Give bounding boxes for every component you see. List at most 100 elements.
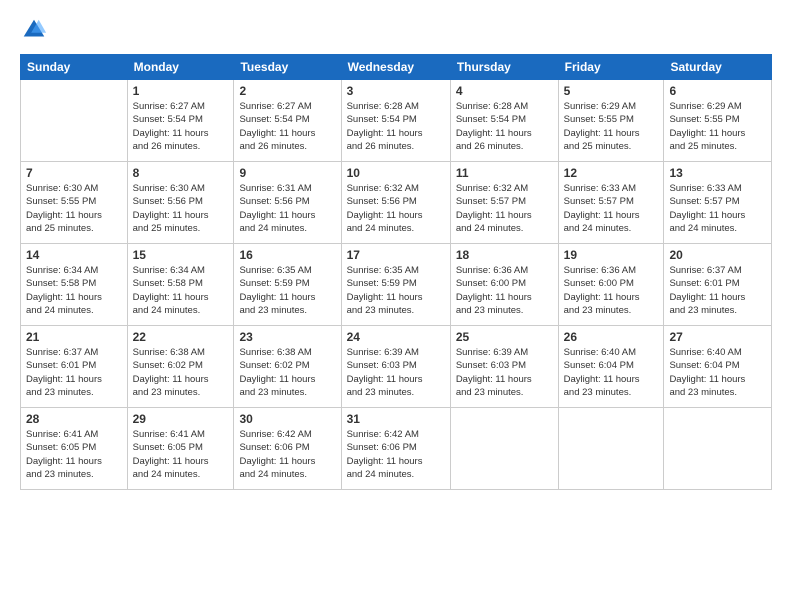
day-info: Sunrise: 6:32 AM Sunset: 5:56 PM Dayligh… — [347, 182, 445, 235]
calendar-cell: 22 Sunrise: 6:38 AM Sunset: 6:02 PM Dayli… — [127, 326, 234, 408]
day-info: Sunrise: 6:34 AM Sunset: 5:58 PM Dayligh… — [26, 264, 122, 317]
weekday-monday: Monday — [127, 55, 234, 80]
calendar-cell: 10 Sunrise: 6:32 AM Sunset: 5:56 PM Dayli… — [341, 162, 450, 244]
calendar-cell — [664, 408, 772, 490]
day-number: 16 — [239, 248, 335, 262]
day-info: Sunrise: 6:28 AM Sunset: 5:54 PM Dayligh… — [456, 100, 553, 153]
calendar-cell: 1Sunrise: 6:27 AM Sunset: 5:54 PM Daylig… — [127, 80, 234, 162]
calendar-cell: 20 Sunrise: 6:37 AM Sunset: 6:01 PM Dayli… — [664, 244, 772, 326]
calendar-cell: 25Sunrise: 6:39 AM Sunset: 6:03 PM Dayli… — [450, 326, 558, 408]
calendar-week-2: 7Sunrise: 6:30 AM Sunset: 5:55 PM Daylig… — [21, 162, 772, 244]
day-info: Sunrise: 6:37 AM Sunset: 6:01 PM Dayligh… — [669, 264, 766, 317]
calendar-cell: 28 Sunrise: 6:41 AM Sunset: 6:05 PM Dayli… — [21, 408, 128, 490]
day-info: Sunrise: 6:39 AM Sunset: 6:03 PM Dayligh… — [456, 346, 553, 399]
calendar-cell: 29Sunrise: 6:41 AM Sunset: 6:05 PM Dayli… — [127, 408, 234, 490]
day-number: 22 — [133, 330, 229, 344]
day-info: Sunrise: 6:31 AM Sunset: 5:56 PM Dayligh… — [239, 182, 335, 235]
day-number: 4 — [456, 84, 553, 98]
calendar-cell: 4 Sunrise: 6:28 AM Sunset: 5:54 PM Daylig… — [450, 80, 558, 162]
day-info: Sunrise: 6:30 AM Sunset: 5:55 PM Dayligh… — [26, 182, 122, 235]
day-number: 20 — [669, 248, 766, 262]
day-number: 10 — [347, 166, 445, 180]
weekday-sunday: Sunday — [21, 55, 128, 80]
calendar-cell: 26Sunrise: 6:40 AM Sunset: 6:04 PM Dayli… — [558, 326, 664, 408]
calendar-cell: 5Sunrise: 6:29 AM Sunset: 5:55 PM Daylig… — [558, 80, 664, 162]
day-number: 8 — [133, 166, 229, 180]
day-number: 23 — [239, 330, 335, 344]
calendar-cell: 30 Sunrise: 6:42 AM Sunset: 6:06 PM Dayli… — [234, 408, 341, 490]
day-number: 2 — [239, 84, 335, 98]
logo-icon — [20, 16, 48, 44]
calendar-cell: 27 Sunrise: 6:40 AM Sunset: 6:04 PM Dayli… — [664, 326, 772, 408]
calendar-cell: 13 Sunrise: 6:33 AM Sunset: 5:57 PM Dayli… — [664, 162, 772, 244]
day-info: Sunrise: 6:29 AM Sunset: 5:55 PM Dayligh… — [669, 100, 766, 153]
calendar-cell: 9Sunrise: 6:31 AM Sunset: 5:56 PM Daylig… — [234, 162, 341, 244]
calendar-cell: 15 Sunrise: 6:34 AM Sunset: 5:58 PM Dayli… — [127, 244, 234, 326]
day-info: Sunrise: 6:41 AM Sunset: 6:05 PM Dayligh… — [133, 428, 229, 481]
calendar-cell: 24 Sunrise: 6:39 AM Sunset: 6:03 PM Dayli… — [341, 326, 450, 408]
day-number: 11 — [456, 166, 553, 180]
day-number: 13 — [669, 166, 766, 180]
day-info: Sunrise: 6:35 AM Sunset: 5:59 PM Dayligh… — [239, 264, 335, 317]
day-info: Sunrise: 6:42 AM Sunset: 6:06 PM Dayligh… — [347, 428, 445, 481]
day-info: Sunrise: 6:36 AM Sunset: 6:00 PM Dayligh… — [564, 264, 659, 317]
calendar-week-5: 28 Sunrise: 6:41 AM Sunset: 6:05 PM Dayli… — [21, 408, 772, 490]
calendar-cell: 17Sunrise: 6:35 AM Sunset: 5:59 PM Dayli… — [341, 244, 450, 326]
day-number: 12 — [564, 166, 659, 180]
calendar-cell: 2 Sunrise: 6:27 AM Sunset: 5:54 PM Daylig… — [234, 80, 341, 162]
day-number: 14 — [26, 248, 122, 262]
day-info: Sunrise: 6:38 AM Sunset: 6:02 PM Dayligh… — [239, 346, 335, 399]
day-info: Sunrise: 6:34 AM Sunset: 5:58 PM Dayligh… — [133, 264, 229, 317]
day-info: Sunrise: 6:33 AM Sunset: 5:57 PM Dayligh… — [564, 182, 659, 235]
day-info: Sunrise: 6:33 AM Sunset: 5:57 PM Dayligh… — [669, 182, 766, 235]
day-number: 28 — [26, 412, 122, 426]
day-number: 1 — [133, 84, 229, 98]
page: SundayMondayTuesdayWednesdayThursdayFrid… — [0, 0, 792, 612]
day-info: Sunrise: 6:27 AM Sunset: 5:54 PM Dayligh… — [239, 100, 335, 153]
calendar-cell: 11Sunrise: 6:32 AM Sunset: 5:57 PM Dayli… — [450, 162, 558, 244]
calendar-cell — [21, 80, 128, 162]
calendar: SundayMondayTuesdayWednesdayThursdayFrid… — [20, 54, 772, 490]
day-info: Sunrise: 6:39 AM Sunset: 6:03 PM Dayligh… — [347, 346, 445, 399]
weekday-friday: Friday — [558, 55, 664, 80]
day-number: 30 — [239, 412, 335, 426]
weekday-saturday: Saturday — [664, 55, 772, 80]
day-info: Sunrise: 6:37 AM Sunset: 6:01 PM Dayligh… — [26, 346, 122, 399]
logo — [20, 16, 52, 44]
day-number: 18 — [456, 248, 553, 262]
calendar-cell — [450, 408, 558, 490]
calendar-week-4: 21Sunrise: 6:37 AM Sunset: 6:01 PM Dayli… — [21, 326, 772, 408]
weekday-tuesday: Tuesday — [234, 55, 341, 80]
day-info: Sunrise: 6:40 AM Sunset: 6:04 PM Dayligh… — [669, 346, 766, 399]
day-number: 19 — [564, 248, 659, 262]
weekday-header-row: SundayMondayTuesdayWednesdayThursdayFrid… — [21, 55, 772, 80]
calendar-body: 1 Sunrise: 6:27 AM Sunset: 5:54 PM Daylig… — [21, 80, 772, 490]
calendar-cell: 23 Sunrise: 6:38 AM Sunset: 6:02 PM Dayli… — [234, 326, 341, 408]
day-info: Sunrise: 6:41 AM Sunset: 6:05 PM Dayligh… — [26, 428, 122, 481]
day-info: Sunrise: 6:42 AM Sunset: 6:06 PM Dayligh… — [239, 428, 335, 481]
weekday-wednesday: Wednesday — [341, 55, 450, 80]
calendar-cell: 16 Sunrise: 6:35 AM Sunset: 5:59 PM Dayli… — [234, 244, 341, 326]
day-info: Sunrise: 6:30 AM Sunset: 5:56 PM Dayligh… — [133, 182, 229, 235]
calendar-cell: 18 Sunrise: 6:36 AM Sunset: 6:00 PM Dayli… — [450, 244, 558, 326]
day-number: 6 — [669, 84, 766, 98]
day-number: 26 — [564, 330, 659, 344]
calendar-week-1: 1 Sunrise: 6:27 AM Sunset: 5:54 PM Daylig… — [21, 80, 772, 162]
day-number: 31 — [347, 412, 445, 426]
day-number: 3 — [347, 84, 445, 98]
day-number: 27 — [669, 330, 766, 344]
calendar-cell — [558, 408, 664, 490]
calendar-cell: 7Sunrise: 6:30 AM Sunset: 5:55 PM Daylig… — [21, 162, 128, 244]
day-number: 15 — [133, 248, 229, 262]
calendar-cell: 6 Sunrise: 6:29 AM Sunset: 5:55 PM Daylig… — [664, 80, 772, 162]
day-info: Sunrise: 6:28 AM Sunset: 5:54 PM Dayligh… — [347, 100, 445, 153]
calendar-cell: 14 Sunrise: 6:34 AM Sunset: 5:58 PM Dayli… — [21, 244, 128, 326]
calendar-cell: 8 Sunrise: 6:30 AM Sunset: 5:56 PM Daylig… — [127, 162, 234, 244]
calendar-cell: 12 Sunrise: 6:33 AM Sunset: 5:57 PM Dayli… — [558, 162, 664, 244]
day-info: Sunrise: 6:36 AM Sunset: 6:00 PM Dayligh… — [456, 264, 553, 317]
day-info: Sunrise: 6:38 AM Sunset: 6:02 PM Dayligh… — [133, 346, 229, 399]
day-number: 24 — [347, 330, 445, 344]
calendar-week-3: 14 Sunrise: 6:34 AM Sunset: 5:58 PM Dayli… — [21, 244, 772, 326]
day-number: 17 — [347, 248, 445, 262]
header — [20, 16, 772, 44]
